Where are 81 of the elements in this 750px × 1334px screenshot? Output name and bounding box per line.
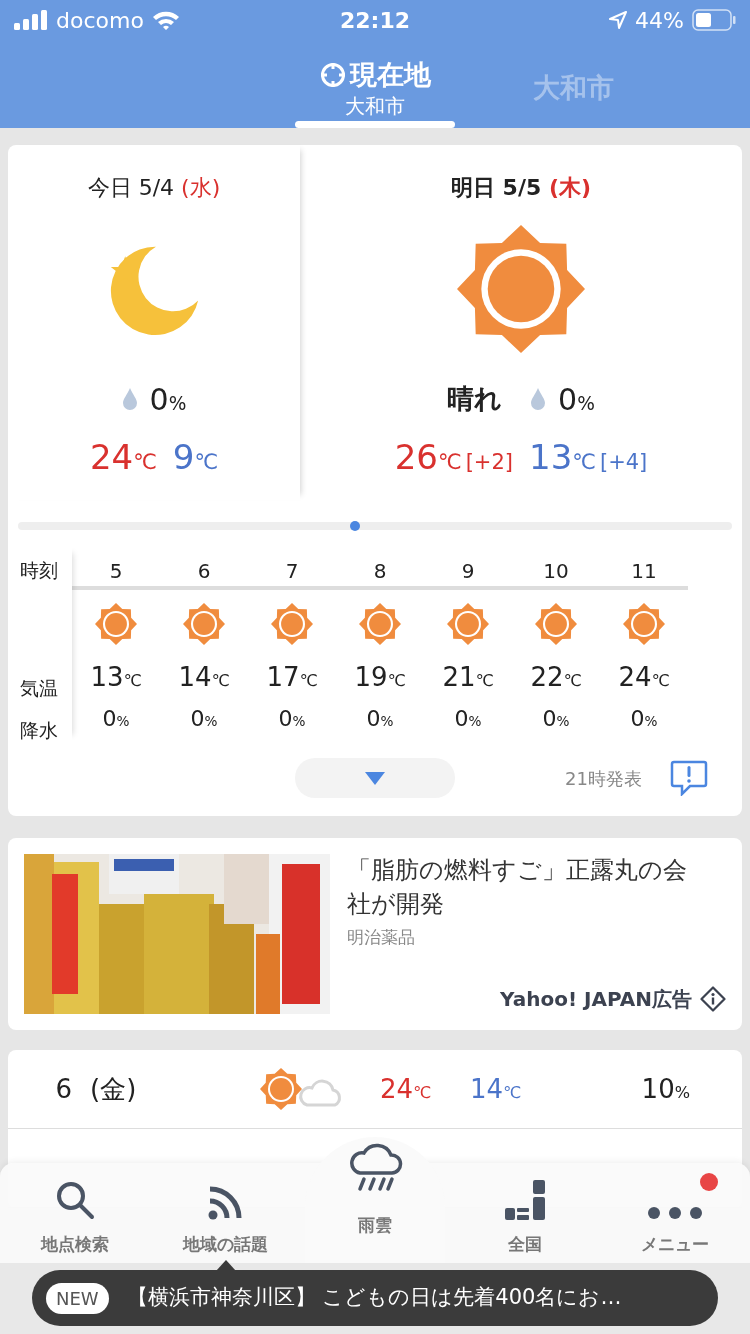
low-temp: 13℃ [529, 437, 596, 477]
temperature: 19℃ [354, 661, 406, 692]
nav-item[interactable]: 地域の話題 [150, 1163, 300, 1263]
high-temp: 24℃ [89, 437, 157, 477]
hour-label: 7 [285, 559, 299, 583]
clock-time: 22:12 [340, 7, 410, 33]
raindrop-icon [121, 387, 138, 411]
location-tab[interactable]: 現在地 大和市 [295, 44, 455, 128]
sun-icon [623, 603, 665, 646]
search-icon [55, 1179, 95, 1220]
sun-icon [183, 603, 225, 646]
row-label: 時刻 [20, 559, 58, 581]
high-temp: 26℃ [394, 437, 462, 477]
precip-chance: 0% [558, 380, 595, 419]
location-arrow-icon [609, 11, 628, 29]
precip-chance: 0% [454, 705, 482, 731]
carrier-name: docomo [56, 6, 144, 35]
raindrop-icon [530, 387, 547, 411]
issued-time: 21時発表 [565, 766, 642, 791]
sun-icon [447, 603, 489, 646]
temperature: 21℃ [442, 661, 494, 692]
hour-label: 11 [631, 559, 657, 583]
temperature: 22℃ [530, 661, 582, 692]
precip-chance: 0% [149, 380, 187, 419]
ad-source: 明治薬品 [347, 926, 416, 950]
sun-icon [535, 603, 577, 646]
temperature: 14℃ [178, 661, 230, 692]
signal-icon [14, 10, 48, 30]
hour-label: 10 [543, 559, 569, 583]
hour-label: 9 [461, 559, 475, 583]
battery-icon [692, 9, 736, 31]
sun-icon [359, 603, 401, 646]
low-temp: 14℃ [470, 1073, 522, 1104]
blocks-icon [503, 1179, 547, 1220]
hour-label: 8 [373, 559, 387, 583]
temp-diff: [+4] [599, 450, 648, 474]
news-toast[interactable]: NEW 【横浜市神奈川区】 こどもの日は先着400名にお… [32, 1270, 718, 1326]
low-temp: 9℃ [172, 437, 219, 477]
ad-headline: 「脂肪の燃料すご」正露丸の会社が開発 [347, 855, 688, 920]
feedback-icon [669, 760, 708, 796]
nav-item[interactable]: メニュー [600, 1163, 750, 1263]
weekday-label: (金) [90, 1073, 137, 1104]
more-icon [647, 1205, 703, 1220]
temperature: 13℃ [90, 661, 142, 692]
precip-chance: 0% [278, 705, 306, 731]
new-badge: NEW [46, 1282, 109, 1314]
scroll-indicator [350, 521, 360, 531]
nav-item[interactable]: 地点検索 [0, 1163, 150, 1263]
weather-condition: 晴れ [447, 381, 503, 416]
precip-chance: 0% [190, 705, 218, 731]
hour-label: 6 [197, 559, 211, 583]
crosshair-icon [319, 62, 346, 88]
temp-diff: [+2] [465, 450, 513, 474]
precip-chance: 0% [630, 705, 658, 731]
battery-percent: 44% [635, 6, 684, 35]
day-label: 今日 5/4 (水) [87, 174, 221, 202]
temperature: 17℃ [266, 661, 318, 692]
row-label: 気温 [20, 675, 58, 701]
day-number: 6 [55, 1073, 72, 1104]
precip-chance: 0% [102, 705, 130, 731]
row-label: 降水 [20, 719, 58, 740]
sun-icon [457, 225, 585, 353]
sponsor-label: Yahoo! JAPAN広告 [500, 986, 692, 1013]
nav-item[interactable]: 全国 [450, 1163, 600, 1263]
nav-item[interactable]: 雨雲 [305, 1137, 445, 1263]
feedback-button[interactable] [669, 760, 708, 796]
precip-chance: 0% [542, 705, 570, 731]
precip-chance: 0% [366, 705, 394, 731]
notification-dot [700, 1173, 718, 1191]
info-icon [700, 986, 726, 1012]
precip-chance: 10% [641, 1073, 690, 1104]
feed-icon [208, 1185, 242, 1220]
hour-label: 5 [109, 559, 123, 583]
sun-icon [95, 603, 137, 646]
wifi-icon [151, 10, 180, 30]
day-label: 明日 5/5 (木) [450, 174, 592, 202]
temperature: 24℃ [618, 661, 670, 692]
expand-toggle[interactable] [295, 758, 455, 798]
sun-icon [271, 603, 313, 646]
high-temp: 24℃ [380, 1073, 432, 1104]
caret-icon [365, 771, 385, 785]
